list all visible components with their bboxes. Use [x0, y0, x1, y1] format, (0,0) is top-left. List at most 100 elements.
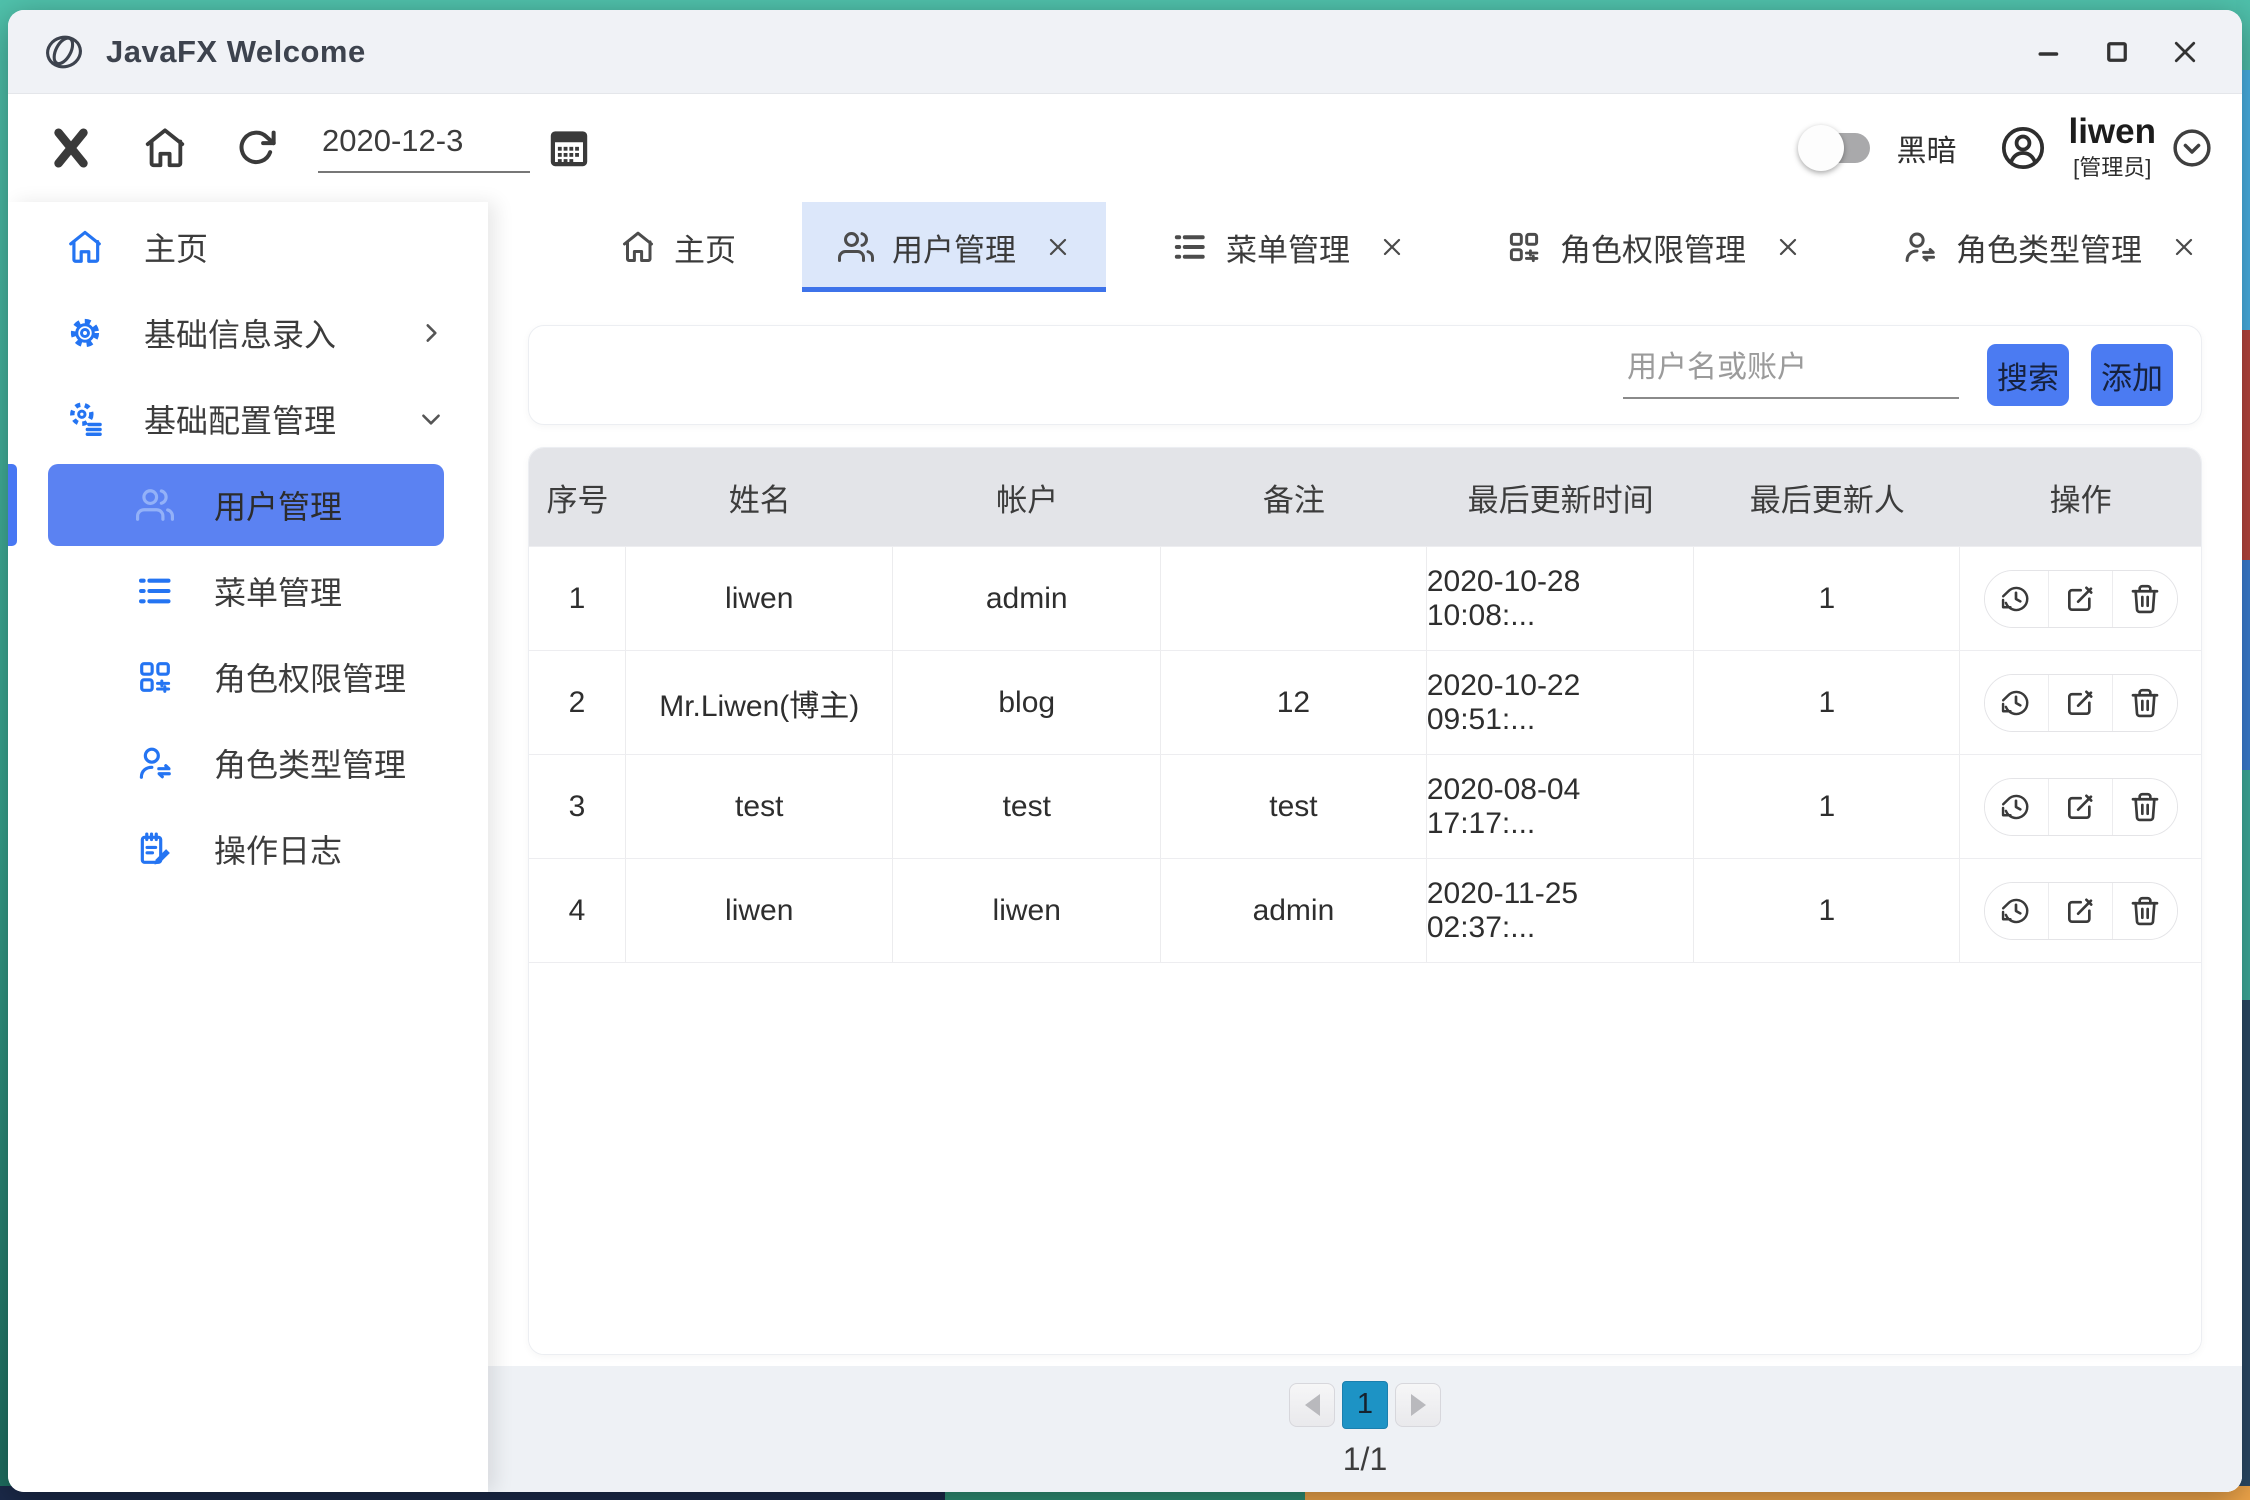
next-arrow-icon [1411, 1394, 1426, 1416]
cell-no: 1 [529, 547, 626, 650]
edit-icon [2064, 791, 2096, 823]
sidebar-item-home[interactable]: 主页 [8, 204, 488, 290]
chevron-right-icon [418, 320, 444, 346]
sidebar-item-operation-log[interactable]: 操作日志 [8, 806, 488, 892]
table-row[interactable]: 4 liwen liwen admin 2020-11-25 02:37:...… [529, 858, 2201, 962]
sidebar: 主页 基础信息录入 基础配置管理 用户管理 菜单管理 [8, 202, 488, 1492]
user-name: liwen [2068, 114, 2156, 151]
tab-home[interactable]: 主页 [584, 202, 772, 292]
tab-user-management[interactable]: 用户管理 [802, 202, 1106, 292]
cell-actions [1960, 859, 2201, 962]
edit-button[interactable] [2049, 779, 2113, 835]
action-group [1984, 778, 2178, 836]
column-header: 姓名 [626, 448, 894, 546]
page-summary: 1/1 [1343, 1441, 1387, 1478]
edit-button[interactable] [2049, 675, 2113, 731]
tab-role-type[interactable]: 角色类型管理 [1866, 202, 2232, 292]
home-icon [66, 228, 104, 266]
tab-label: 菜单管理 [1226, 225, 1350, 270]
dark-mode-toggle[interactable] [1806, 133, 1870, 163]
tab-label: 角色类型管理 [1956, 225, 2142, 270]
column-header: 最后更新时间 [1427, 448, 1695, 546]
history-button[interactable] [1985, 675, 2049, 731]
table-row[interactable]: 3 test test test 2020-08-04 17:17:... 1 [529, 754, 2201, 858]
delete-button[interactable] [2113, 571, 2177, 627]
add-button[interactable]: 添加 [2091, 344, 2173, 406]
delete-button[interactable] [2113, 883, 2177, 939]
user-menu-chevron-icon[interactable] [2170, 126, 2214, 170]
tab-menu-management[interactable]: 菜单管理 [1136, 202, 1440, 292]
history-button[interactable] [1985, 779, 2049, 835]
close-tab-icon[interactable] [1776, 235, 1800, 259]
refresh-icon[interactable] [236, 127, 278, 169]
maximize-button[interactable] [2094, 29, 2140, 75]
sidebar-item-user-management[interactable]: 用户管理 [8, 462, 488, 548]
grid-permission-icon [136, 658, 174, 696]
sidebar-item-basic-config[interactable]: 基础配置管理 [8, 376, 488, 462]
cell-updated: 2020-10-22 09:51:... [1427, 651, 1695, 754]
table-row[interactable]: 1 liwen admin 2020-10-28 10:08:... 1 [529, 546, 2201, 650]
close-tab-icon[interactable] [2172, 235, 2196, 259]
edit-button[interactable] [2049, 883, 2113, 939]
app-window: JavaFX Welcome 黑暗 liwen [管理员] [8, 10, 2242, 1492]
cell-note: admin [1161, 859, 1427, 962]
prev-page-button[interactable] [1289, 1383, 1335, 1427]
action-group [1984, 570, 2178, 628]
cell-no: 4 [529, 859, 626, 962]
user-avatar-icon[interactable] [1998, 123, 2048, 173]
history-button[interactable] [1985, 883, 2049, 939]
date-input[interactable] [318, 123, 530, 173]
search-button[interactable]: 搜索 [1987, 344, 2069, 406]
cell-account: liwen [893, 859, 1161, 962]
cell-name: liwen [626, 859, 894, 962]
chevron-down-icon [418, 406, 444, 432]
column-header: 备注 [1161, 448, 1427, 546]
current-page-button[interactable]: 1 [1342, 1381, 1388, 1429]
main-area: 主页 用户管理 菜单管理 角色权限管理 [488, 202, 2242, 1492]
history-button[interactable] [1985, 571, 2049, 627]
history-icon [2000, 583, 2032, 615]
sidebar-item-role-type[interactable]: 角色类型管理 [8, 720, 488, 806]
minimize-button[interactable] [2026, 29, 2072, 75]
close-tab-icon[interactable] [1046, 235, 1070, 259]
cell-updater: 1 [1694, 755, 1960, 858]
gear-icon [66, 314, 104, 352]
edit-button[interactable] [2049, 571, 2113, 627]
toolbar: 黑暗 liwen [管理员] [8, 94, 2242, 202]
table-row[interactable]: 2 Mr.Liwen(博主) blog 12 2020-10-22 09:51:… [529, 650, 2201, 754]
cell-note: 12 [1161, 651, 1427, 754]
grid-permission-icon [1506, 229, 1542, 265]
tab-role-permission[interactable]: 角色权限管理 [1470, 202, 1836, 292]
cell-name: test [626, 755, 894, 858]
sidebar-item-label: 基础信息录入 [144, 310, 336, 356]
close-all-tabs-icon[interactable] [48, 125, 94, 171]
history-icon [2000, 791, 2032, 823]
cell-actions [1960, 547, 2201, 650]
cell-note [1161, 547, 1427, 650]
edit-icon [2064, 583, 2096, 615]
list-icon [1172, 229, 1208, 265]
home-icon[interactable] [142, 125, 188, 171]
calendar-icon[interactable] [546, 125, 592, 171]
user-arrows-icon [136, 744, 174, 782]
tab-bar: 主页 用户管理 菜单管理 角色权限管理 [488, 202, 2242, 292]
sidebar-item-menu-management[interactable]: 菜单管理 [8, 548, 488, 634]
tab-content: 搜索 添加 序号 姓名 帐户 备注 最后更新时间 最后更新人 操作 [488, 292, 2242, 1492]
cell-updated: 2020-11-25 02:37:... [1427, 859, 1695, 962]
sidebar-item-basic-info-entry[interactable]: 基础信息录入 [8, 290, 488, 376]
search-input[interactable] [1623, 351, 1959, 399]
delete-button[interactable] [2113, 675, 2177, 731]
column-header: 序号 [529, 448, 626, 546]
trash-icon [2129, 583, 2161, 615]
note-pen-icon [136, 830, 174, 868]
cell-name: liwen [626, 547, 894, 650]
next-page-button[interactable] [1395, 1383, 1441, 1427]
close-tab-icon[interactable] [1380, 235, 1404, 259]
user-info: liwen [管理员] [2068, 114, 2156, 183]
close-button[interactable] [2162, 29, 2208, 75]
user-arrows-icon [1902, 229, 1938, 265]
delete-button[interactable] [2113, 779, 2177, 835]
table-header: 序号 姓名 帐户 备注 最后更新时间 最后更新人 操作 [529, 448, 2201, 546]
sidebar-item-role-permission[interactable]: 角色权限管理 [8, 634, 488, 720]
column-header: 最后更新人 [1694, 448, 1960, 546]
